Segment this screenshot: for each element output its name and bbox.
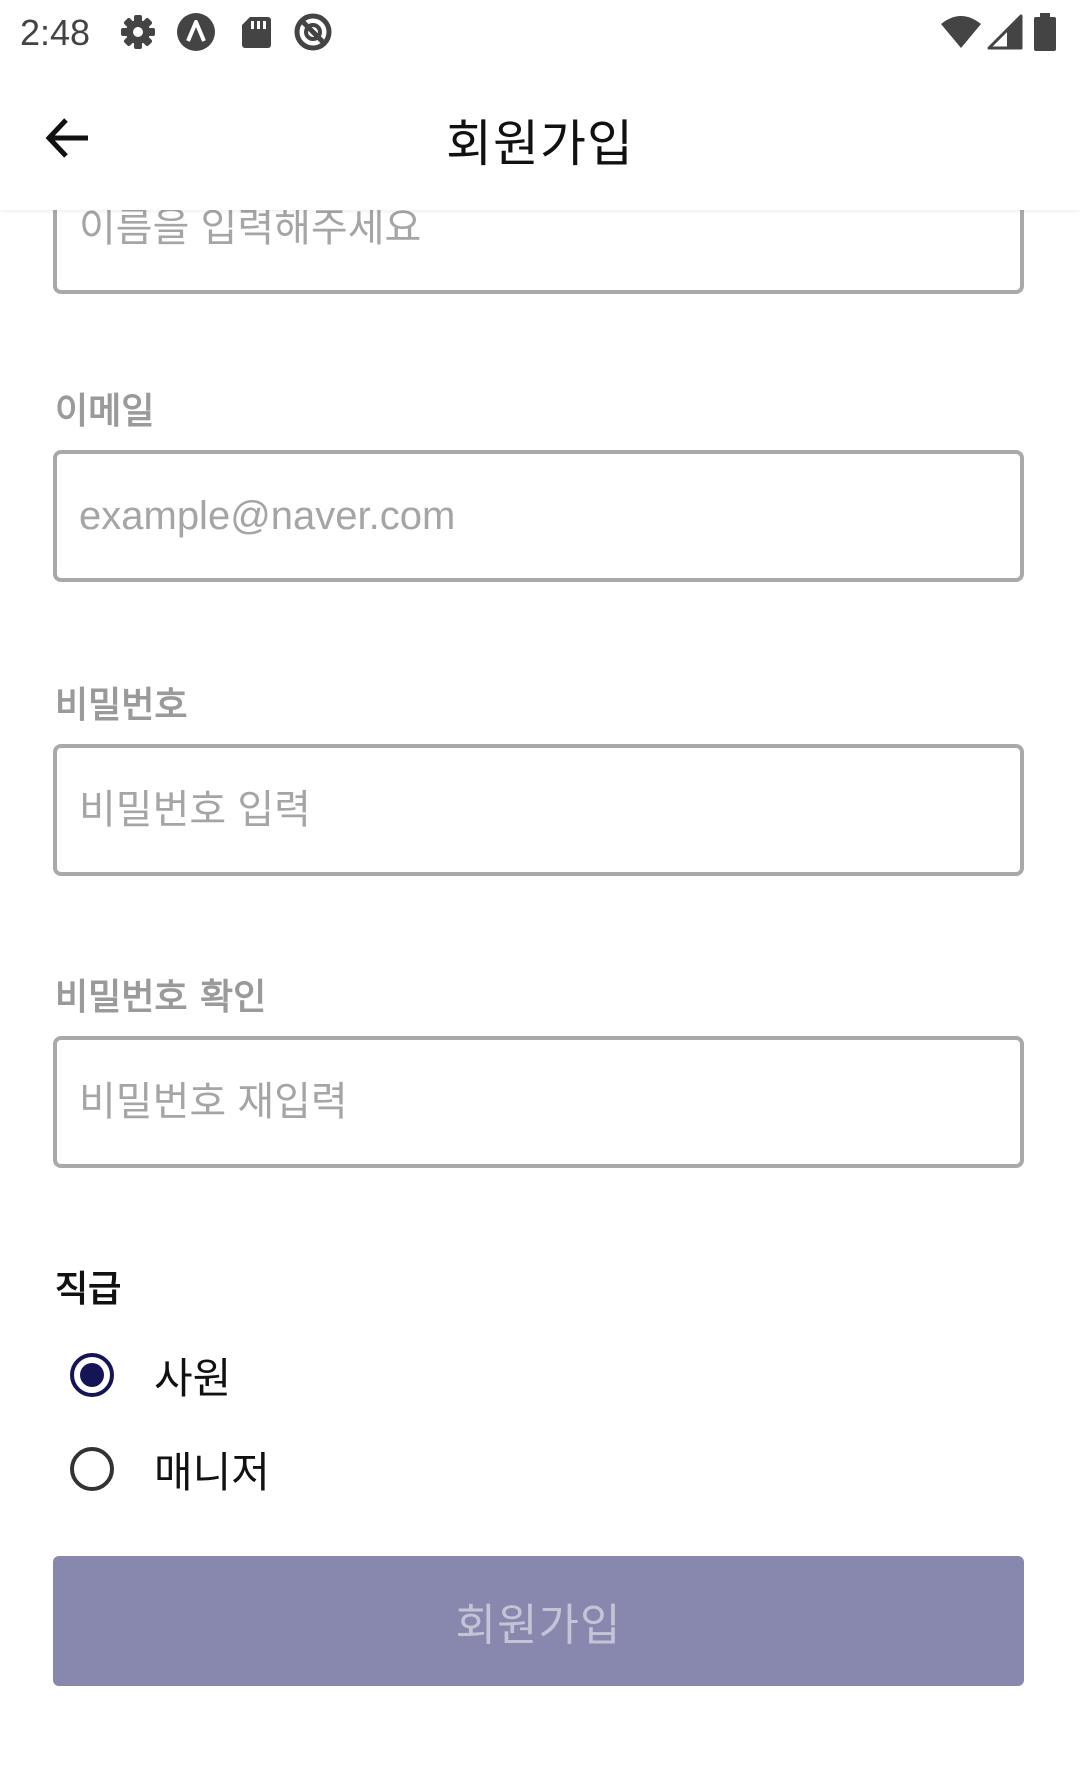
email-field[interactable] — [53, 450, 1024, 582]
password-field[interactable] — [53, 744, 1024, 876]
position-label: 직급 — [55, 1269, 122, 1310]
status-bar: 2:48 — [0, 0, 1080, 66]
radio-label-staff: 사원 — [154, 1353, 232, 1403]
do-not-disturb-icon — [293, 12, 333, 52]
password-input[interactable] — [79, 748, 998, 872]
gear-icon — [118, 12, 158, 52]
password-confirm-field[interactable] — [53, 1036, 1024, 1168]
wifi-icon — [940, 12, 981, 52]
password-label: 비밀번호 — [55, 685, 188, 726]
email-input[interactable] — [79, 454, 998, 578]
name-field[interactable] — [53, 210, 1024, 294]
email-label: 이메일 — [55, 391, 155, 432]
signup-form: 이메일 비밀번호 비밀번호 확인 직급 사원 매니저 회원가입 — [0, 210, 1080, 1786]
radio-option-staff[interactable]: 사원 — [70, 1340, 231, 1410]
status-time: 2:48 — [20, 12, 91, 53]
radio-button-checked[interactable] — [70, 1353, 114, 1397]
a-badge-icon — [176, 12, 216, 52]
signup-button[interactable]: 회원가입 — [53, 1556, 1024, 1686]
name-input[interactable] — [79, 210, 998, 290]
radio-label-manager: 매니저 — [154, 1447, 270, 1497]
password-confirm-input[interactable] — [79, 1040, 998, 1164]
sd-card-icon — [236, 12, 276, 52]
radio-dot — [80, 1363, 104, 1387]
page-title: 회원가입 — [446, 115, 634, 173]
battery-icon — [1032, 12, 1072, 52]
radio-option-manager[interactable]: 매니저 — [70, 1434, 270, 1504]
cell-signal-icon — [985, 12, 1025, 52]
password-confirm-label: 비밀번호 확인 — [55, 977, 267, 1018]
app-bar: 회원가입 — [0, 66, 1080, 210]
radio-button-unchecked[interactable] — [70, 1447, 114, 1491]
